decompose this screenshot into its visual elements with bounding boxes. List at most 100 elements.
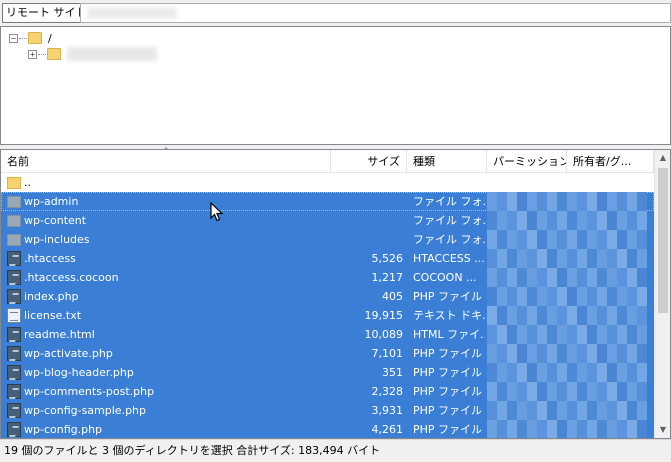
script-file-icon: [7, 270, 21, 285]
file-row[interactable]: .htaccess 5,526 HTACCESS ...: [1, 249, 654, 268]
file-type: HTML ファイ...: [413, 328, 485, 341]
file-row[interactable]: wp-config.php 4,261 PHP ファイル: [1, 420, 654, 438]
mouse-pointer-icon: [210, 202, 224, 222]
file-name: wp-config.php: [24, 423, 103, 436]
redacted-permissions-owner: [487, 401, 647, 420]
file-size: [331, 211, 403, 230]
remote-directory-tree[interactable]: − / +: [0, 26, 671, 145]
redacted-permissions-owner: [487, 268, 647, 287]
remote-site-path-input[interactable]: [80, 3, 671, 23]
file-name: license.txt: [24, 309, 82, 322]
file-name: wp-comments-post.php: [24, 385, 155, 398]
file-row[interactable]: wp-activate.php 7,101 PHP ファイル: [1, 344, 654, 363]
redacted-permissions-owner: [487, 344, 647, 363]
redacted-permissions-owner: [487, 306, 647, 325]
redacted-permissions-owner: [487, 382, 647, 401]
scrollbar-thumb[interactable]: [658, 168, 668, 313]
file-row[interactable]: wp-comments-post.php 2,328 PHP ファイル: [1, 382, 654, 401]
file-size: 5,526: [371, 252, 404, 265]
expand-icon[interactable]: +: [28, 49, 37, 59]
file-size: [331, 192, 403, 211]
folder-icon: [7, 196, 21, 208]
file-size: 1,217: [371, 271, 404, 284]
column-header-name[interactable]: 名前: [1, 150, 331, 173]
file-size: 7,101: [371, 347, 404, 360]
redacted-permissions-owner: [487, 363, 647, 382]
file-row[interactable]: wp-blog-header.php 351 PHP ファイル: [1, 363, 654, 382]
file-name: .htaccess.cocoon: [24, 271, 119, 284]
redacted-path: [87, 7, 177, 19]
tree-connector: [38, 53, 46, 55]
file-type: HTACCESS ...: [413, 252, 485, 265]
column-header-type[interactable]: 種類: [407, 150, 487, 173]
tree-node-child[interactable]: +: [28, 45, 157, 63]
redacted-permissions-owner: [487, 192, 647, 211]
file-type: COCOON ...: [413, 271, 477, 284]
file-type: ファイル フォ...: [413, 233, 485, 246]
file-type: PHP ファイル: [413, 385, 483, 398]
file-name: ..: [24, 176, 31, 189]
file-list-header: 名前 サイズ 種類 パーミッション 所有者/グ...: [1, 150, 654, 173]
folder-icon: [7, 177, 21, 189]
file-row[interactable]: wp-content ファイル フォ...: [1, 211, 654, 230]
scroll-up-icon[interactable]: ▲: [655, 150, 670, 166]
collapse-icon[interactable]: −: [9, 33, 18, 43]
file-size: 4,261: [371, 423, 404, 436]
file-size: 405: [382, 290, 403, 303]
tree-node-label: /: [48, 31, 52, 45]
folder-icon: [28, 32, 42, 44]
file-name: wp-blog-header.php: [24, 366, 134, 379]
redacted-permissions-owner: [487, 249, 647, 268]
file-size: [331, 173, 403, 192]
file-type: ファイル フォ...: [413, 195, 485, 208]
file-row[interactable]: .htaccess.cocoon 1,217 COCOON ...: [1, 268, 654, 287]
file-size: 2,328: [371, 385, 404, 398]
file-row[interactable]: wp-admin ファイル フォ...: [1, 192, 654, 211]
file-type: [413, 173, 485, 192]
redacted-permissions-owner: [487, 325, 647, 344]
file-type: ファイル フォ...: [413, 214, 485, 227]
file-name: .htaccess: [24, 252, 76, 265]
file-row[interactable]: ..: [1, 173, 654, 192]
file-name: wp-includes: [24, 233, 90, 246]
file-row[interactable]: readme.html 10,089 HTML ファイ...: [1, 325, 654, 344]
file-name: wp-activate.php: [24, 347, 113, 360]
script-file-icon: [7, 289, 21, 304]
file-type: PHP ファイル: [413, 404, 483, 417]
file-row[interactable]: license.txt 19,915 テキスト ドキ...: [1, 306, 654, 325]
column-header-owner[interactable]: 所有者/グ...: [567, 150, 654, 173]
redacted-permissions-owner: [487, 211, 647, 230]
redacted-permissions-owner: [487, 420, 647, 438]
file-type: PHP ファイル: [413, 347, 483, 360]
file-type: PHP ファイル: [413, 366, 483, 379]
redacted-folder-name: [67, 47, 157, 61]
file-size: 3,931: [371, 404, 404, 417]
vertical-scrollbar[interactable]: ▲ ▼: [654, 150, 670, 438]
remote-file-list[interactable]: 名前 サイズ 種類 パーミッション 所有者/グ... .. wp-admin ファイ…: [0, 149, 671, 439]
folder-icon: [7, 215, 21, 227]
file-name: readme.html: [24, 328, 95, 341]
file-rows: .. wp-admin ファイル フォ... wp-content ファイル フォ...…: [1, 173, 654, 438]
file-type: PHP ファイル: [413, 290, 483, 303]
file-name: wp-config-sample.php: [24, 404, 147, 417]
file-name: index.php: [24, 290, 79, 303]
column-header-permissions[interactable]: パーミッション: [487, 150, 567, 173]
file-size: [331, 230, 403, 249]
folder-icon: [47, 48, 61, 60]
scroll-down-icon[interactable]: ▼: [655, 422, 670, 438]
file-type: PHP ファイル: [413, 423, 483, 436]
file-name: wp-content: [24, 214, 87, 227]
file-row[interactable]: index.php 405 PHP ファイル: [1, 287, 654, 306]
file-size: 10,089: [364, 328, 404, 341]
script-file-icon: [7, 346, 21, 361]
column-header-size[interactable]: サイズ: [331, 150, 407, 173]
folder-icon: [7, 234, 21, 246]
tree-connector: [19, 37, 27, 39]
file-size: 19,915: [364, 309, 404, 322]
status-bar: 19 個のファイルと 3 個のディレクトリを選択 合計サイズ: 183,494 …: [0, 439, 671, 462]
file-row[interactable]: wp-includes ファイル フォ...: [1, 230, 654, 249]
script-file-icon: [7, 365, 21, 380]
file-row[interactable]: wp-config-sample.php 3,931 PHP ファイル: [1, 401, 654, 420]
redacted-permissions-owner: [487, 287, 647, 306]
redacted-permissions-owner: [487, 230, 647, 249]
